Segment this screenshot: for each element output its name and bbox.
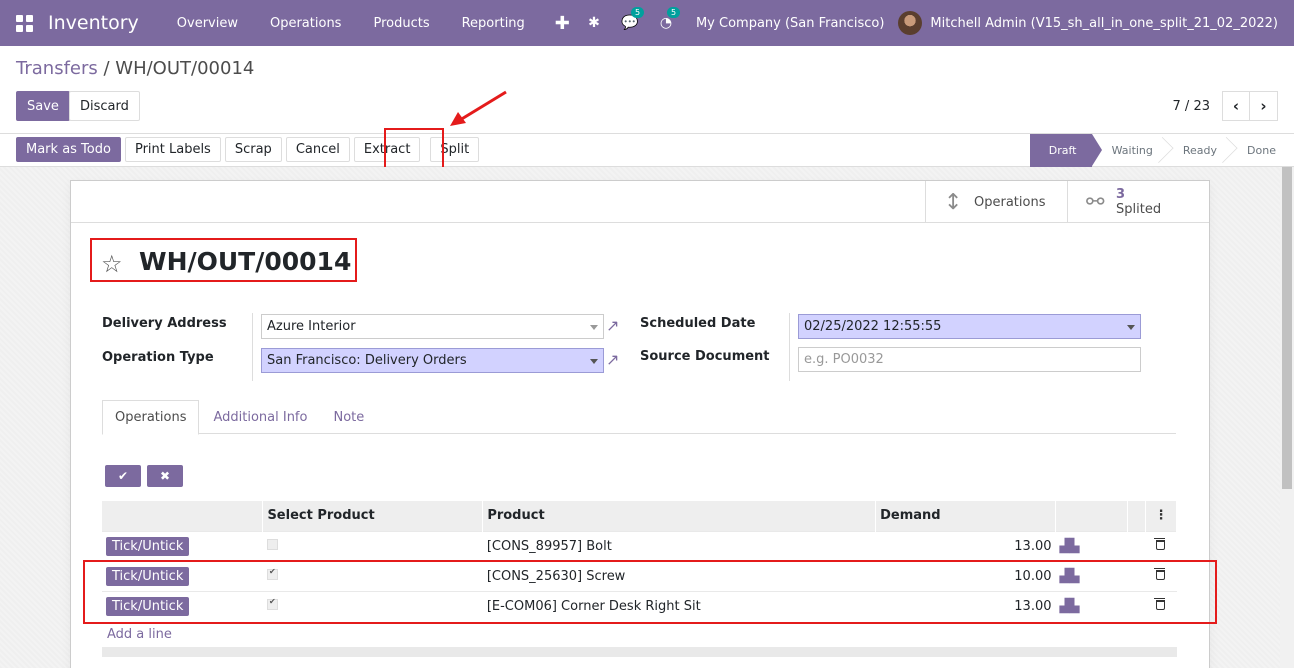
menu-products[interactable]: Products [357,16,445,31]
app-menu-icon[interactable] [0,0,48,46]
selected-lines-annotation-box [83,560,1217,624]
smart-button-box: ↕ Operations ⚯ 3 Splited [71,181,1209,223]
activity-icon[interactable]: ◔ 5 [648,7,684,31]
source-document-label: Source Document [640,349,770,364]
print-labels-button[interactable]: Print Labels [124,137,221,162]
form-statusbar: Mark as Todo Print Labels Scrap Cancel E… [0,128,1294,170]
company-switcher[interactable]: My Company (San Francisco) [684,16,898,31]
stage-ready: Ready [1163,134,1227,167]
external-link-icon[interactable]: ↗ [606,350,619,369]
scrap-button[interactable]: Scrap [224,137,282,162]
stage-draft: Draft [1029,134,1102,167]
pager-value[interactable]: 7 / 23 [1173,99,1210,114]
optional-columns-icon[interactable]: ⋮ [1145,501,1178,531]
table-row[interactable]: Tick/Untick [CONS_89957] Bolt 13.00 ▟▙ [102,530,1177,561]
scrollbar-thumb[interactable] [1282,167,1292,489]
delivery-address-label: Delivery Address [102,316,227,331]
mark-as-todo-button[interactable]: Mark as Todo [16,137,121,162]
arrows-vertical-icon: ↕ [944,189,963,215]
demand-cell[interactable]: 13.00 [875,530,1056,561]
stage-waiting: Waiting [1092,134,1163,167]
top-navbar: Inventory Overview Operations Products R… [0,0,1294,46]
record-title: WH/OUT/00014 [139,247,352,276]
tab-note[interactable]: Note [321,400,376,434]
splited-smart-button[interactable]: ⚯ 3 Splited [1067,181,1209,223]
chat-icon[interactable]: 💬 5 [612,7,648,31]
source-document-placeholder: e.g. PO0032 [804,352,884,367]
breadcrumb-separator: / [97,58,116,79]
scheduled-date-label: Scheduled Date [640,316,756,331]
breadcrumb-transfers[interactable]: Transfers [16,58,98,79]
trash-icon[interactable] [1154,537,1166,550]
stage-statusbar: Draft Waiting Ready Done [1029,134,1294,167]
pager-next-icon[interactable]: › [1250,91,1278,121]
operation-type-value: San Francisco: Delivery Orders [267,353,467,368]
form-sheet: ↕ Operations ⚯ 3 Splited ☆ WH/OUT/00014 … [70,180,1217,668]
scheduled-date-value: 02/25/2022 12:55:55 [804,319,942,334]
table-header-row: Select Product Product Demand ⋮ [102,501,1178,531]
breadcrumb-current: WH/OUT/00014 [115,58,255,79]
select-all-check-icon[interactable]: ✔ [105,465,141,487]
pager: 7 / 23 ‹ › [1173,91,1278,121]
bug-icon[interactable]: ✱ [576,15,612,31]
header-demand[interactable]: Demand [875,501,1056,531]
unselect-all-x-icon[interactable]: ✖ [147,465,183,487]
unlink-icon: ⚯ [1086,189,1105,215]
operation-type-field[interactable]: San Francisco: Delivery Orders [261,348,604,373]
breadcrumb: Transfers / WH/OUT/00014 [16,58,254,79]
forecast-chart-icon[interactable]: ▟▙ [1060,539,1080,554]
operations-smart-label: Operations [974,194,1046,210]
stage-done: Done [1247,144,1276,157]
menu-overview[interactable]: Overview [161,16,254,31]
operations-smart-button[interactable]: ↕ Operations [925,181,1067,223]
discard-button[interactable]: Discard [69,91,140,121]
notebook-tabs: Operations Additional Info Note [102,400,1176,435]
select-product-checkbox[interactable] [266,538,278,550]
tab-additional-info[interactable]: Additional Info [201,400,319,434]
tick-untick-button[interactable]: Tick/Untick [106,536,190,556]
delivery-address-value: Azure Interior [267,319,356,334]
header-product[interactable]: Product [482,501,877,531]
menu-operations[interactable]: Operations [254,16,357,31]
splited-label: Splited [1116,202,1162,217]
product-cell[interactable]: [CONS_89957] Bolt [482,530,876,561]
operation-type-label: Operation Type [102,350,214,365]
user-menu[interactable]: Mitchell Admin (V15_sh_all_in_one_split_… [930,16,1294,31]
chat-badge: 5 [630,7,645,18]
cancel-button[interactable]: Cancel [285,137,350,162]
form-content: ↕ Operations ⚯ 3 Splited ☆ WH/OUT/00014 … [0,167,1280,668]
scheduled-date-field[interactable]: 02/25/2022 12:55:55 [798,314,1141,339]
header-select-product[interactable]: Select Product [262,501,484,531]
menu-reporting[interactable]: Reporting [446,16,541,31]
page-scrollbar[interactable] [1280,167,1294,668]
user-avatar[interactable] [898,11,923,35]
add-a-line-link[interactable]: Add a line [107,627,172,642]
star-icon[interactable]: ☆ [101,250,123,278]
split-annotation-box [384,128,444,170]
save-button[interactable]: Save [16,91,70,121]
activity-badge: 5 [666,7,681,18]
control-panel: Transfers / WH/OUT/00014 Save Discard 7 … [0,46,1294,134]
app-name[interactable]: Inventory [48,12,139,34]
tab-operations[interactable]: Operations [102,400,200,435]
pager-previous-icon[interactable]: ‹ [1222,91,1250,121]
delivery-address-field[interactable]: Azure Interior [261,314,604,339]
split-count: 3 [1116,187,1126,202]
source-document-field[interactable]: e.g. PO0032 [798,347,1141,372]
external-link-icon[interactable]: ↗ [606,316,619,335]
table-footer [102,647,1177,657]
